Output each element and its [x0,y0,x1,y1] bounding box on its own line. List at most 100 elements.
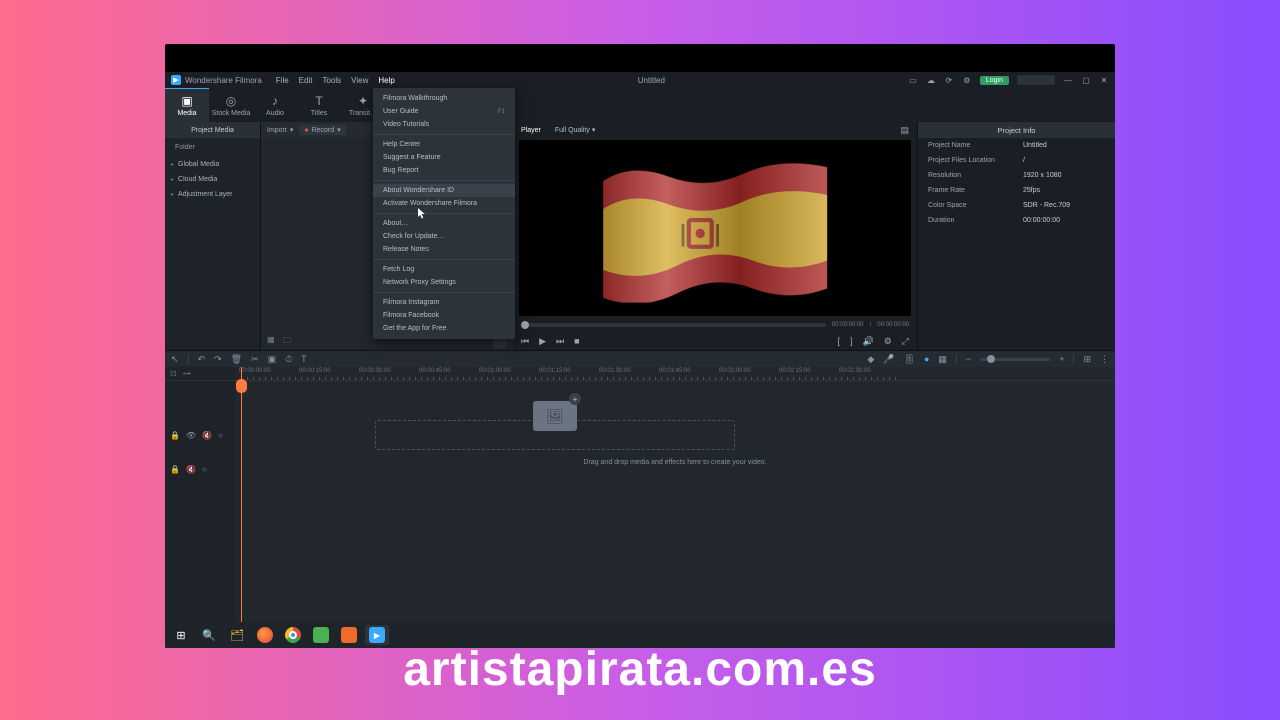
menu-tools[interactable]: Tools [322,76,341,85]
help-item-release-notes[interactable]: Release Notes [373,243,515,256]
video-preview[interactable] [519,140,911,316]
tl-more-icon[interactable]: ⋮ [1100,354,1109,365]
zoom-slider[interactable] [980,358,1050,361]
transition-icon: ✦ [358,94,368,108]
tl-undo-icon[interactable]: ↶ [198,354,206,365]
volume-icon[interactable]: 🔊 [863,336,874,347]
tl-zoomin-icon[interactable]: + [1059,354,1064,364]
tab-audio[interactable]: ♪Audio [253,88,297,122]
play-icon[interactable]: ▶ [539,336,546,347]
tl-text-icon[interactable]: T [301,354,307,364]
tab-media[interactable]: ▣Media [165,88,209,122]
mute-icon[interactable]: 🔇 [202,431,212,440]
lock-icon[interactable]: 🔒 [170,465,180,474]
mark-out-icon[interactable]: ] [850,336,853,346]
seek-slider[interactable] [521,323,826,327]
help-item-walkthrough[interactable]: Filmora Walkthrough [373,92,515,105]
timeline-ruler[interactable]: 00:00:00:00 00:00:15:00 00:00:30:00 00:0… [235,367,1115,381]
mute-icon[interactable]: 🔇 [186,465,196,474]
help-item-facebook[interactable]: Filmora Facebook [373,309,515,322]
tab-titles[interactable]: TTitles [297,88,341,122]
app-icon-orange[interactable] [337,625,361,645]
start-button[interactable]: ⊞ [169,625,193,645]
cloud-icon[interactable]: ☁ [926,75,936,85]
settings-icon[interactable]: ⚙ [962,75,972,85]
window-maximize-icon[interactable]: ▢ [1081,75,1091,85]
tl-link-icon[interactable]: ⊶ [183,369,191,378]
record-button[interactable]: ●Record ▾ [299,125,345,135]
help-item-fetch-log[interactable]: Fetch Log [373,263,515,276]
tl-cursor-icon[interactable]: ↖ [171,354,179,365]
menu-view[interactable]: View [351,76,368,85]
chevron-down-icon: ▾ [337,126,341,134]
stop-icon[interactable]: ■ [574,336,579,346]
help-item-proxy-settings[interactable]: Network Proxy Settings [373,276,515,289]
login-button[interactable]: Login [980,76,1009,85]
monitor-icon[interactable]: ▭ [908,75,918,85]
help-item-user-guide[interactable]: User GuideF1 [373,105,515,118]
help-item-suggest-feature[interactable]: Suggest a Feature [373,151,515,164]
video-track[interactable]: 🖼 [235,415,1115,455]
watermark-text: artistapirata.com.es [403,642,877,697]
snapshot-icon[interactable]: ▤ [900,125,909,136]
sidebar-item-adjustment-layer[interactable]: ▸Adjustment Layer [165,187,260,202]
tl-layout-icon[interactable]: ⊞ [1083,354,1091,365]
help-item-about[interactable]: About… [373,217,515,230]
tl-redo-icon[interactable]: ↷ [214,354,222,365]
history-icon[interactable]: ⟳ [944,75,954,85]
help-item-about-wondershare-id[interactable]: About Wondershare ID [373,184,515,197]
eye-icon[interactable]: 👁 [186,431,196,440]
tl-render-icon[interactable]: ● [924,354,929,364]
mark-in-icon[interactable]: [ [837,336,840,346]
playhead[interactable] [241,367,242,622]
export-button[interactable] [1017,75,1055,85]
timeline-drop-zone[interactable]: 🖼 [375,420,735,450]
menu-edit[interactable]: Edit [299,76,313,85]
preview-tab-player[interactable]: Player [521,127,541,134]
filmora-taskbar-icon[interactable]: ▶ [365,625,389,645]
search-icon[interactable]: 🔍 [197,625,221,645]
tl-snapshot-icon[interactable]: ▦ [938,354,947,365]
window-minimize-icon[interactable]: — [1063,75,1073,85]
tl-crop-icon[interactable]: ▣ [268,354,277,365]
tl-speed-icon[interactable]: ⏱ [285,354,292,365]
tl-marker-icon[interactable]: ◆ [867,354,874,365]
sidebar-item-cloud-media[interactable]: ▸Cloud Media [165,172,260,187]
help-item-check-update[interactable]: Check for Update… [373,230,515,243]
time-total: 00:00:00:00 [877,322,909,328]
window-close-icon[interactable]: ✕ [1099,75,1109,85]
settings-gear-icon[interactable]: ⚙ [884,336,892,347]
sort-icon[interactable]: ▦ [267,335,275,349]
timeline-body[interactable]: 00:00:00:00 00:00:15:00 00:00:30:00 00:0… [235,367,1115,622]
sidebar-item-global-media[interactable]: ▸Global Media [165,157,260,172]
track-menu-icon[interactable]: ○ [202,465,207,474]
help-item-activate[interactable]: Activate Wondershare Filmora [373,197,515,210]
tab-stock-media[interactable]: ◎Stock Media [209,88,253,122]
app-icon-green[interactable] [309,625,333,645]
menu-file[interactable]: File [276,76,289,85]
help-item-bug-report[interactable]: Bug Report [373,164,515,177]
explorer-icon[interactable]: 🗂 [225,625,249,645]
next-frame-icon[interactable]: ⏭ [556,336,564,347]
help-item-video-tutorials[interactable]: Video Tutorials [373,118,515,131]
help-item-get-app[interactable]: Get the App for Free [373,322,515,335]
audio-track[interactable] [235,466,1115,494]
prev-frame-icon[interactable]: ⏮ [521,336,529,347]
preview-tab-quality[interactable]: Full Quality ▾ [555,126,595,134]
tl-mixer-icon[interactable]: 🎚 [904,354,915,365]
import-button[interactable]: Import ▾ [267,126,293,134]
help-item-help-center[interactable]: Help Center [373,138,515,151]
tl-record-icon[interactable]: 🎤 [883,354,894,365]
tl-zoomout-icon[interactable]: − [966,354,971,364]
tl-delete-icon[interactable]: 🗑 [231,354,242,365]
help-item-instagram[interactable]: Filmora Instagram [373,296,515,309]
folder-icon[interactable]: 🗀 [283,335,291,349]
menu-help[interactable]: Help [378,76,394,85]
chrome-icon[interactable] [281,625,305,645]
track-menu-icon[interactable]: ○ [218,431,223,440]
tl-split-icon[interactable]: ✂ [251,354,259,365]
tl-magnet-icon[interactable]: ⊡ [170,369,177,378]
lock-icon[interactable]: 🔒 [170,431,180,440]
fullscreen-icon[interactable]: ⤢ [902,336,909,347]
firefox-icon[interactable] [253,625,277,645]
